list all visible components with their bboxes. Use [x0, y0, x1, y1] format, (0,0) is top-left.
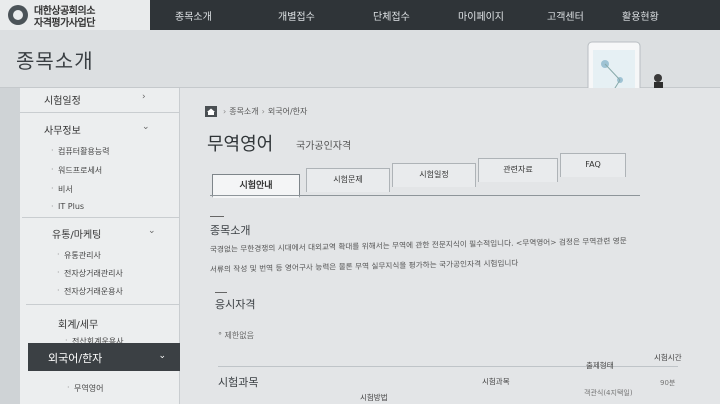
qualification-value: 제한없음: [224, 331, 254, 340]
home-icon[interactable]: [205, 106, 217, 117]
page-title: 무역영어: [207, 134, 274, 155]
divider: [22, 217, 182, 218]
sidebar-sub-word[interactable]: 워드프로세서: [51, 165, 102, 176]
table-cell-time: 90분: [660, 379, 676, 387]
sidebar-sub-computer[interactable]: 컴퓨터활용능력: [51, 146, 109, 157]
tab-underline: [210, 195, 640, 196]
nav-item-usage[interactable]: 활용현황: [622, 8, 659, 23]
tab-exam-schedule[interactable]: 시험일정: [392, 163, 476, 187]
table-header-type: 출제형태: [586, 361, 614, 370]
sidebar-item-label: 유통/마케팅: [52, 230, 102, 241]
section-marker: [210, 216, 224, 217]
sidebar-item-label: 외국어/한자: [48, 352, 103, 365]
sidebar-sub-ecommerce-operator[interactable]: 전자상거래운용사: [57, 286, 123, 297]
breadcrumb-separator: ›: [223, 107, 227, 116]
table-header-time: 시험시간: [654, 353, 682, 362]
table-header-method: 시험방법: [360, 393, 388, 402]
sidebar-item-label: 회계/세무: [58, 320, 99, 331]
sidebar-sub-secretary[interactable]: 비서: [51, 184, 73, 195]
sidebar-item-language[interactable]: 외국어/한자 ⌄: [28, 343, 180, 371]
sidebar-item-label: 시험일정: [44, 96, 81, 107]
breadcrumb-level2[interactable]: 외국어/한자: [268, 107, 308, 116]
table-header-subject: 시험과목: [482, 377, 510, 386]
sidebar-sub-itplus[interactable]: IT Plus: [51, 202, 84, 211]
section-intro-heading: 종목소개: [210, 224, 251, 237]
nav-item-group[interactable]: 단체접수: [373, 8, 410, 23]
nav-item-mypage[interactable]: 마이페이지: [458, 8, 504, 23]
band-title: 종목소개: [16, 49, 94, 73]
qualification-item: ° 제한없음: [218, 331, 254, 340]
section-marker: [215, 292, 227, 293]
tab-materials[interactable]: 관련자료: [478, 158, 558, 182]
nav-item-intro[interactable]: 종목소개: [175, 8, 212, 23]
page-subtitle: 국가공인자격: [296, 141, 352, 152]
nav-item-support[interactable]: 고객센터: [547, 8, 584, 23]
table-cell-type: 객관식(4지택일): [584, 389, 633, 397]
logo[interactable]: 대한상공회의소 자격평가사업단: [0, 0, 150, 30]
sidebar-sub-ecommerce-manager[interactable]: 전자상거래관리사: [57, 268, 123, 279]
section-subjects-heading: 시험과목: [218, 376, 259, 389]
breadcrumb: › 종목소개 › 외국어/한자: [220, 106, 307, 117]
logo-text-line2: 자격평가사업단: [34, 18, 95, 29]
top-nav: 대한상공회의소 자격평가사업단 종목소개 개별접수 단체접수 마이페이지 고객센…: [0, 0, 720, 30]
tab-exam-questions[interactable]: 시험문제: [306, 168, 390, 192]
breadcrumb-level1[interactable]: 종목소개: [229, 107, 258, 116]
chevron-down-icon: ⌄: [158, 351, 166, 361]
nav-item-individual[interactable]: 개별접수: [278, 8, 315, 23]
tab-faq[interactable]: FAQ: [560, 153, 626, 177]
breadcrumb-separator: ›: [261, 107, 265, 116]
divider: [26, 304, 186, 305]
sidebar-sub-trade-english[interactable]: 무역영어: [67, 383, 104, 394]
sidebar-sub-distribution[interactable]: 유통관리사: [57, 250, 101, 261]
divider: [20, 112, 180, 113]
sidebar-item-label: 사무정보: [44, 126, 81, 137]
logo-mark-icon: [8, 5, 28, 25]
section-qualification-heading: 응시자격: [215, 298, 256, 311]
